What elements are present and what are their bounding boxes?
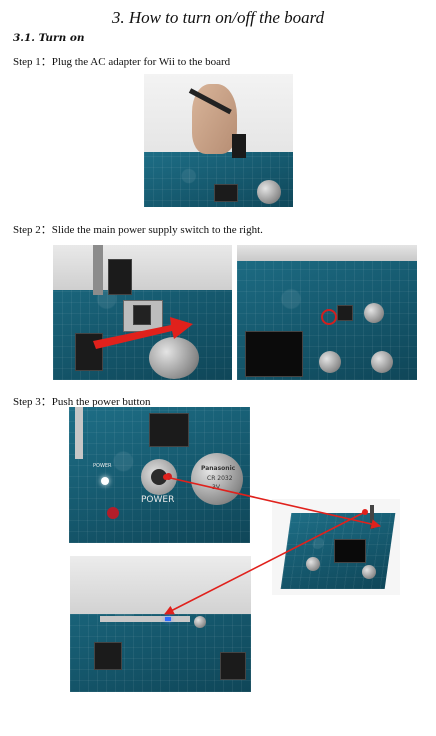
step3-photo-led-lit <box>70 556 251 692</box>
step-2-text: Step 2：Slide the main power supply switc… <box>13 224 263 236</box>
battery-voltage-label: 3V <box>212 484 220 491</box>
speaker-right <box>371 351 393 373</box>
coin-battery <box>149 337 199 379</box>
speaker-left <box>319 351 341 373</box>
board-chip <box>75 333 103 371</box>
pin-header <box>75 407 83 459</box>
step2-photo-power-switch <box>53 245 232 380</box>
document-title: 3. How to turn on/off the board <box>111 8 325 27</box>
power-led-label: POWER <box>93 463 112 469</box>
background <box>70 556 251 614</box>
board-chip <box>220 652 246 680</box>
board-chip <box>149 413 189 447</box>
screw <box>194 616 206 628</box>
switch-highlight-circle <box>321 309 337 325</box>
slide-switch-knob <box>133 305 151 325</box>
coin-battery <box>257 180 281 204</box>
adapter-cable <box>370 505 374 529</box>
cable <box>93 245 103 295</box>
section-heading: 3.1. Turn on <box>13 32 85 44</box>
speaker-right <box>362 565 376 579</box>
background <box>53 245 232 290</box>
lcd-screen <box>334 539 366 563</box>
button-marker <box>165 473 172 480</box>
step1-photo-ac-adapter <box>144 74 293 207</box>
board-chip <box>214 184 238 202</box>
coin-battery <box>364 303 384 323</box>
step-1-text: Step 1：Plug the AC adapter for Wii to th… <box>13 56 231 68</box>
speaker-left <box>306 557 320 571</box>
power-jack <box>108 259 132 295</box>
lcd-screen <box>245 331 303 377</box>
blue-led <box>165 617 171 621</box>
battery-brand-label: Panasonic <box>201 465 236 472</box>
power-led <box>101 477 109 485</box>
step3-photo-power-button: Panasonic CR 2032 3V POWER POWER <box>69 407 250 543</box>
step3-photo-board-small <box>272 499 400 595</box>
step2-photo-board-overview <box>237 245 417 380</box>
power-button-label: POWER <box>141 495 175 505</box>
pin-row <box>100 616 190 622</box>
adapter-plug <box>232 134 246 158</box>
battery-model-label: CR 2032 <box>207 475 233 482</box>
board-chip <box>94 642 122 670</box>
reset-button <box>107 507 119 519</box>
board-chip <box>337 305 353 321</box>
background <box>237 245 417 261</box>
